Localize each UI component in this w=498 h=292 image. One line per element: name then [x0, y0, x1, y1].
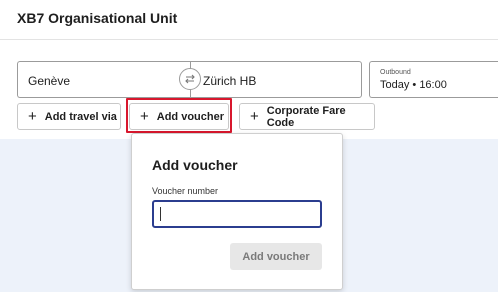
- swap-stations-button[interactable]: [179, 68, 201, 90]
- add-voucher-popover: Add voucher Voucher number Add voucher: [131, 133, 343, 290]
- voucher-number-input[interactable]: [152, 200, 322, 228]
- from-station-field[interactable]: Genève: [17, 61, 191, 98]
- highlight-box: [126, 98, 232, 133]
- page-title: XB7 Organisational Unit: [17, 10, 178, 26]
- to-station-value: Zürich HB: [203, 74, 257, 88]
- outbound-datetime-field[interactable]: Outbound Today • 16:00: [369, 61, 498, 98]
- add-travel-via-label: Add travel via: [44, 110, 117, 123]
- voucher-number-label: Voucher number: [152, 186, 219, 196]
- submit-voucher-button[interactable]: Add voucher: [230, 243, 322, 270]
- from-station-value: Genève: [28, 74, 71, 88]
- corporate-fare-code-button[interactable]: + Corporate Fare Code: [239, 103, 375, 130]
- swap-arrows-icon: [185, 74, 195, 84]
- to-station-field[interactable]: Zürich HB: [190, 61, 362, 98]
- outbound-label: Outbound: [380, 69, 411, 76]
- search-panel: Genève Zürich HB Outbound Today • 16:00 …: [0, 41, 498, 139]
- popover-title: Add voucher: [152, 157, 238, 173]
- corporate-fare-code-label: Corporate Fare Code: [266, 104, 346, 129]
- text-cursor: [160, 207, 161, 221]
- plus-icon: +: [28, 108, 37, 125]
- outbound-value: Today • 16:00: [380, 79, 447, 91]
- add-travel-via-button[interactable]: + Add travel via: [17, 103, 121, 130]
- plus-icon: +: [250, 108, 259, 125]
- app-header: XB7 Organisational Unit: [0, 0, 498, 40]
